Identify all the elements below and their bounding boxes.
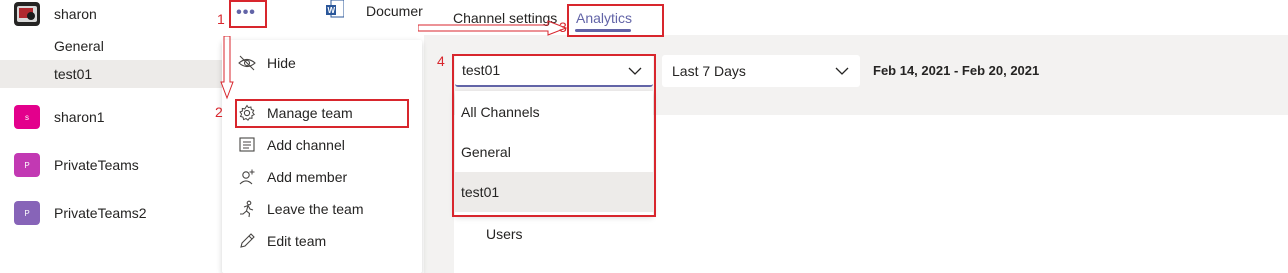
annotation-box-manage-team	[235, 99, 409, 128]
menu-item-leave-team[interactable]: Leave the team	[222, 193, 422, 225]
annotation-step-4: 4	[437, 53, 445, 69]
menu-item-label: Add channel	[267, 137, 345, 153]
menu-item-add-member[interactable]: Add member	[222, 161, 422, 193]
hide-icon	[237, 53, 257, 73]
add-channel-icon	[237, 135, 257, 155]
menu-item-edit-team[interactable]: Edit team	[222, 225, 422, 257]
annotation-box-more-options	[229, 0, 267, 28]
annotation-step-2: 2	[215, 104, 223, 120]
teams-window: sharon ••• General test01 s sharon1 P Pr…	[0, 0, 1288, 273]
menu-item-add-channel[interactable]: Add channel	[222, 129, 422, 161]
chevron-down-icon	[835, 67, 849, 75]
annotation-step-3: 3	[559, 19, 567, 35]
annotation-box-analytics	[567, 4, 664, 37]
pencil-icon	[237, 231, 257, 251]
channel-row-general[interactable]: General	[0, 32, 222, 60]
team-name: PrivateTeams	[54, 157, 139, 173]
date-range-label: Feb 14, 2021 - Feb 20, 2021	[873, 63, 1039, 78]
date-range-start: Feb 14, 2021	[873, 63, 951, 78]
team-row-privateteams2[interactable]: P PrivateTeams2	[0, 197, 222, 229]
annotation-step-1: 1	[217, 11, 225, 27]
menu-item-hide[interactable]: Hide	[222, 47, 422, 79]
annotation-arrow-down	[220, 36, 234, 100]
channel-row-test01[interactable]: test01	[0, 60, 222, 88]
leave-team-icon	[237, 199, 257, 219]
channel-name: General	[54, 38, 104, 54]
users-section-label: Users	[486, 226, 523, 242]
team-avatar: P	[14, 201, 40, 225]
team-avatar-sharon	[14, 2, 40, 26]
menu-item-label: Leave the team	[267, 201, 364, 217]
team-context-menu: Hide Manage team Add channel Add member …	[222, 40, 422, 273]
period-filter-value: Last 7 Days	[672, 63, 746, 79]
menu-item-label: Edit team	[267, 233, 327, 249]
add-member-icon	[237, 167, 257, 187]
annotation-arrow-right	[418, 20, 568, 36]
date-range-end: Feb 20, 2021	[961, 63, 1040, 78]
analytics-side-strip	[424, 115, 454, 273]
teams-sidebar: sharon ••• General test01 s sharon1 P Pr…	[0, 0, 255, 273]
channel-name: test01	[54, 66, 93, 82]
tab-documents[interactable]: Documer	[366, 3, 423, 19]
menu-item-label: Hide	[267, 55, 296, 71]
team-name: PrivateTeams2	[54, 205, 147, 221]
annotation-box-channel-filter	[452, 54, 656, 217]
team-row-sharon1[interactable]: s sharon1	[0, 101, 222, 133]
menu-item-label: Add member	[267, 169, 348, 185]
date-range-separator: -	[953, 63, 959, 78]
svg-text:W: W	[328, 6, 336, 15]
team-avatar: s	[14, 105, 40, 129]
team-logo-icon	[17, 6, 37, 22]
team-row-sharon[interactable]: sharon	[0, 0, 222, 32]
period-filter-dropdown[interactable]: Last 7 Days	[662, 55, 860, 87]
team-name: sharon	[54, 6, 97, 22]
team-row-privateteams[interactable]: P PrivateTeams	[0, 149, 222, 181]
team-name: sharon1	[54, 109, 105, 125]
team-avatar: P	[14, 153, 40, 177]
word-document-icon: W	[326, 0, 344, 18]
